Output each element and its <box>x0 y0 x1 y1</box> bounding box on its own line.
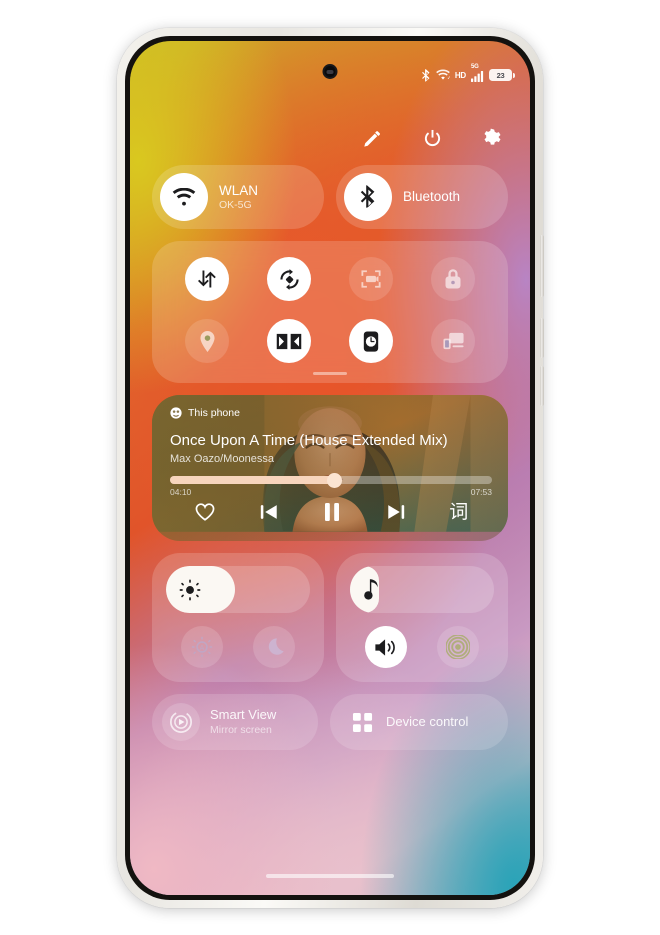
wifi-icon <box>160 173 208 221</box>
brightness-panel: A <box>152 553 324 682</box>
media-time-row: 04:10 07:53 <box>170 487 492 497</box>
vibrate-toggle[interactable] <box>437 626 479 668</box>
device-icon <box>170 407 182 419</box>
dark-mode-toggle[interactable] <box>253 626 295 668</box>
volume-down-side-button[interactable] <box>540 366 544 406</box>
media-content: This phone Once Upon A Time (House Exten… <box>152 395 508 541</box>
battery-icon: 23 <box>489 69 515 81</box>
wlan-subtitle: OK-5G <box>219 199 252 212</box>
smart-view-tile[interactable]: Smart View Mirror screen <box>152 694 318 750</box>
quick-settings-stack: WLAN OK-5G Bluetooth This phone Once Upo… <box>152 165 508 750</box>
device-control-tile[interactable]: Device control <box>330 694 508 750</box>
media-source[interactable]: This phone <box>170 407 492 419</box>
front-camera-punch-hole <box>322 64 338 79</box>
auto-brightness-toggle[interactable]: A <box>181 626 223 668</box>
speaker-toggle[interactable] <box>365 626 407 668</box>
power-side-button[interactable] <box>540 235 544 297</box>
bluetooth-title: Bluetooth <box>403 189 461 205</box>
bottom-tiles-row: Smart View Mirror screen Device control <box>152 694 508 750</box>
pause-icon[interactable] <box>322 501 342 523</box>
bluetooth-tile[interactable]: Bluetooth <box>336 165 508 229</box>
device-control-title: Device control <box>386 713 469 729</box>
media-source-label: This phone <box>188 407 240 419</box>
seek-fill <box>170 476 335 484</box>
toggle-screen-cast[interactable] <box>431 319 475 363</box>
panel-expand-handle[interactable] <box>313 371 347 375</box>
bluetooth-icon <box>344 173 392 221</box>
sliders-row: A <box>152 553 508 682</box>
toggle-screen-record[interactable] <box>349 257 393 301</box>
pencil-icon[interactable] <box>359 125 385 151</box>
svg-text:A: A <box>200 643 205 652</box>
skip-previous-icon[interactable] <box>259 502 279 522</box>
smart-view-icon <box>162 703 200 741</box>
bluetooth-icon <box>421 68 431 82</box>
volume-panel <box>336 553 508 682</box>
home-indicator[interactable] <box>266 873 394 878</box>
toggle-auto-rotate[interactable] <box>267 257 311 301</box>
grid-squares-icon <box>352 712 373 733</box>
toggle-grid-panel <box>152 241 508 383</box>
toggle-alarm-clock[interactable] <box>349 319 393 363</box>
phone-screen: HD 5G 23 WLAN OK-5G Bluetooth This phone… <box>130 41 530 895</box>
toggle-mobile-data[interactable] <box>185 257 229 301</box>
signal-bars-icon: 5G <box>471 64 484 82</box>
smart-view-title: Smart View <box>210 707 277 722</box>
volume-slider[interactable] <box>350 566 494 613</box>
lyrics-button[interactable]: 词 <box>449 502 468 522</box>
power-icon[interactable] <box>419 125 445 151</box>
brightness-icon <box>179 579 201 601</box>
toggle-screen-lock[interactable] <box>431 257 475 301</box>
heart-icon[interactable] <box>194 502 216 522</box>
wlan-tile[interactable]: WLAN OK-5G <box>152 165 324 229</box>
signal-network-label: 5G <box>471 64 479 70</box>
brightness-sub-row: A <box>166 626 310 668</box>
phone-device-frame: HD 5G 23 WLAN OK-5G Bluetooth This phone… <box>117 28 544 908</box>
connectivity-row: WLAN OK-5G Bluetooth <box>152 165 508 229</box>
seek-thumb[interactable] <box>326 472 342 488</box>
wifi-icon <box>436 69 450 81</box>
media-elapsed-time: 04:10 <box>170 487 192 497</box>
brightness-slider[interactable] <box>166 566 310 613</box>
skip-next-icon[interactable] <box>386 502 406 522</box>
smart-view-subtitle: Mirror screen <box>210 723 272 736</box>
media-track-title: Once Upon A Time (House Extended Mix) <box>170 432 448 449</box>
quick-settings-action-row <box>359 125 505 151</box>
volume-sub-row <box>350 626 494 668</box>
music-note-icon <box>363 578 381 601</box>
media-seek-bar[interactable] <box>170 472 492 488</box>
gear-icon[interactable] <box>479 125 505 151</box>
battery-percent-label: 23 <box>496 70 505 80</box>
hd-label: HD <box>454 70 466 80</box>
media-player-panel: This phone Once Upon A Time (House Exten… <box>152 395 508 541</box>
toggle-dolby-atmos[interactable] <box>267 319 311 363</box>
status-bar: HD 5G 23 <box>421 64 515 83</box>
media-track-artist: Max Oazo/Moonessa <box>170 453 274 465</box>
volume-up-side-button[interactable] <box>540 318 544 358</box>
wlan-title: WLAN <box>219 182 259 198</box>
media-duration-time: 07:53 <box>470 487 492 497</box>
toggle-location[interactable] <box>185 319 229 363</box>
media-controls: 词 <box>170 501 492 523</box>
phone-bezel: HD 5G 23 WLAN OK-5G Bluetooth This phone… <box>125 36 535 900</box>
toggle-grid <box>166 257 494 363</box>
